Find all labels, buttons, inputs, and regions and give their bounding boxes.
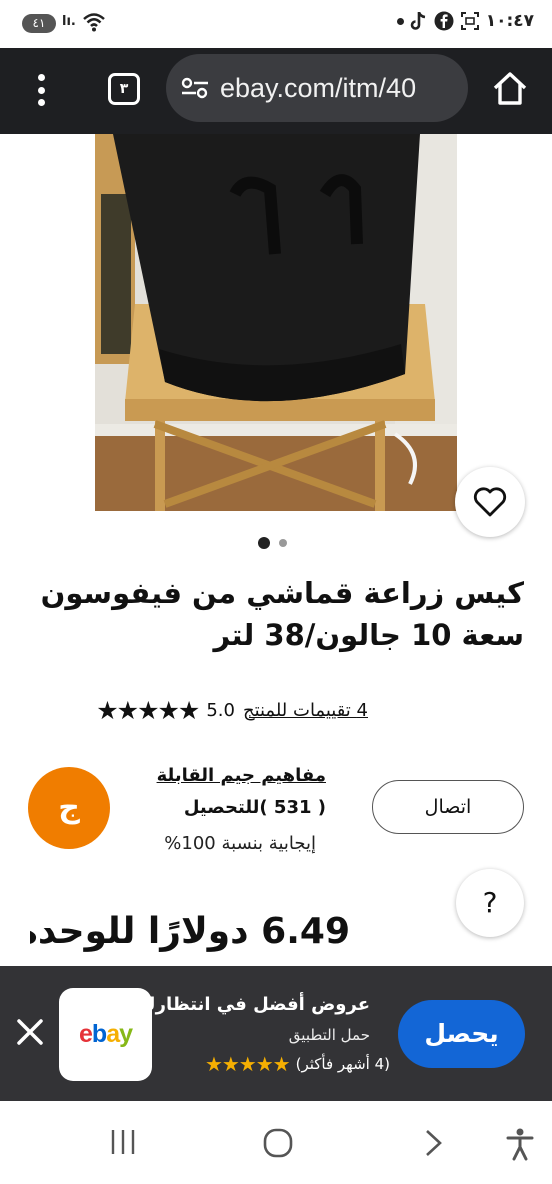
tune-icon[interactable]: [180, 76, 210, 100]
product-photo[interactable]: [95, 134, 457, 511]
contact-seller-button[interactable]: اتصال: [372, 780, 524, 834]
screenshot-icon: [460, 12, 479, 30]
wifi-icon: [83, 13, 105, 32]
rating-row: 4 تقييمات للمنتج 5.0 ★★★★★: [28, 694, 368, 726]
clock: ١٠:٤٧: [485, 11, 534, 31]
price: 6.49 دولارًا للوحدة: [30, 911, 350, 952]
browser-toolbar: ٣ ebay.com/itm/40: [0, 48, 552, 134]
facebook-icon: [434, 11, 454, 31]
home-circle-icon[interactable]: [262, 1127, 294, 1159]
signal-icon: lı.: [62, 14, 76, 29]
heart-icon: [473, 487, 507, 517]
ratings-link[interactable]: 4 تقييمات للمنتج: [243, 700, 368, 721]
accessibility-icon[interactable]: [505, 1127, 535, 1161]
close-icon[interactable]: [14, 1016, 46, 1048]
product-title: كيس زراعة قماشي من فيفوسون سعة 10 جالون/…: [40, 576, 524, 652]
more-vert-icon[interactable]: [28, 70, 54, 110]
battery-indicator: ٤١: [22, 14, 56, 33]
rating-score: 5.0: [206, 699, 235, 721]
help-button[interactable]: ?: [456, 869, 524, 937]
banner-rating-text: (4 أشهر فأكثر): [295, 1055, 390, 1073]
url-text: ebay.com/itm/40: [220, 72, 417, 103]
banner-title: عروض أفضل في انتظارك: [139, 994, 370, 1015]
banner-rating: (4 أشهر فأكثر) ★★★★★: [170, 1052, 390, 1076]
favorite-button[interactable]: [455, 467, 525, 537]
recents-icon[interactable]: [108, 1127, 138, 1157]
status-bar: ٤١ lı. ١٠:٤٧: [0, 0, 552, 48]
banner-stars: ★★★★★: [204, 1052, 291, 1076]
seller-avatar[interactable]: ج: [28, 767, 110, 849]
banner-subtitle: حمل التطبيق: [288, 1026, 370, 1044]
back-icon[interactable]: [418, 1127, 448, 1159]
ebay-app-logo: ebay: [59, 988, 152, 1081]
seller-feedback-count[interactable]: ( 531 )للتحصيل: [126, 797, 326, 818]
carousel-dot[interactable]: [279, 539, 287, 547]
seller-name-link[interactable]: مفاهيم جيم القابلة: [126, 765, 326, 786]
get-app-button[interactable]: يحصل: [398, 1000, 525, 1068]
star-rating: ★★★★★: [96, 695, 200, 725]
notification-dot: [396, 17, 404, 25]
tiktok-icon: [410, 11, 425, 30]
app-install-banner: ebay عروض أفضل في انتظارك حمل التطبيق (4…: [0, 966, 552, 1101]
carousel-indicator: [258, 537, 287, 549]
system-nav-bar: [0, 1101, 552, 1184]
seller-positive-feedback: إيجابية بنسبة 100%: [164, 833, 316, 854]
tab-switcher-button[interactable]: ٣: [108, 73, 140, 105]
home-icon[interactable]: [490, 69, 530, 109]
carousel-dot-active[interactable]: [258, 537, 270, 549]
address-bar[interactable]: ebay.com/itm/40: [166, 54, 468, 122]
